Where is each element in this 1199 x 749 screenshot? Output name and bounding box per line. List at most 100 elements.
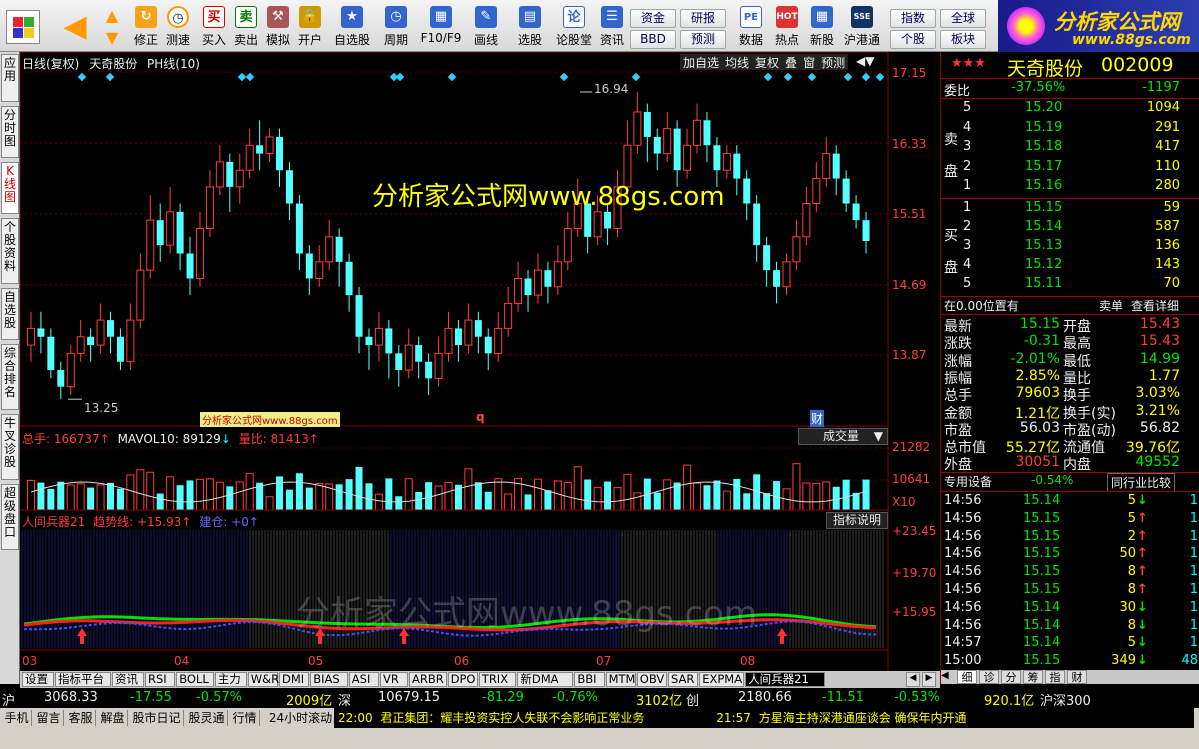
vtab-timeshare[interactable]: 分时图: [1, 106, 19, 158]
vtab-profile[interactable]: 个股资料: [1, 218, 19, 284]
vtab-superboard[interactable]: 超级盘口: [1, 484, 19, 550]
sell-single-link[interactable]: 卖单: [1099, 297, 1123, 314]
right-panel-tab[interactable]: 筹: [1023, 670, 1043, 684]
indicator-tab[interactable]: EXPMA: [699, 672, 745, 687]
windows-logo-icon[interactable]: [6, 10, 40, 44]
indicator-tab[interactable]: 人间兵器21: [745, 672, 826, 687]
volume-dropdown[interactable]: 成交量 ▼: [798, 428, 888, 445]
adjust-button[interactable]: 复权: [752, 54, 782, 71]
tabs-scroll-left-icon[interactable]: ◀: [906, 672, 920, 687]
research-button[interactable]: 研报: [680, 9, 726, 28]
indicator-tab[interactable]: VR: [380, 672, 408, 687]
cy-label[interactable]: 创: [686, 690, 699, 709]
news2-text[interactable]: 方星海主持深港通座谈会 确保年内开通: [759, 711, 967, 725]
industry-compare-button[interactable]: 同行业比较: [1107, 473, 1176, 492]
volume-bar: [553, 480, 562, 511]
draw-button[interactable]: ✎ 画线: [468, 4, 504, 50]
status-item[interactable]: 客服: [66, 710, 96, 726]
indicator-tab[interactable]: 指标平台: [55, 672, 111, 687]
sell-button[interactable]: 卖卖出: [230, 4, 262, 50]
news1-text[interactable]: 君正集团：耀丰投资实控人失联不会影响正常业务: [380, 711, 644, 725]
news-ticker[interactable]: 22:00 君正集团：耀丰投资实控人失联不会影响正常业务 21:57 方星海主持…: [334, 708, 1194, 728]
stock-button[interactable]: 个股: [890, 30, 936, 49]
f10-button[interactable]: ▦ F10/F9: [418, 4, 464, 50]
indicator-tab[interactable]: RSI: [145, 672, 176, 687]
overlay-button[interactable]: 叠: [782, 54, 800, 71]
bbd-button[interactable]: BBD: [630, 30, 676, 49]
down-arrow-icon[interactable]: ▼: [100, 28, 124, 48]
chart-canvas[interactable]: [20, 52, 938, 672]
sh-label[interactable]: 沪: [2, 690, 15, 709]
status-item[interactable]: 24小时滚动: [262, 710, 340, 726]
indicator-tab[interactable]: 新DMA: [517, 672, 574, 687]
buy-button[interactable]: 买买入: [198, 4, 230, 50]
sector-button[interactable]: 板块: [940, 30, 986, 49]
fix-button[interactable]: ↻ 修正: [130, 4, 162, 50]
indicator-tab[interactable]: DMI: [279, 672, 310, 687]
indicator-tab[interactable]: ASI: [348, 672, 379, 687]
status-item[interactable]: 行情: [230, 710, 260, 726]
speed-button[interactable]: ◷ 测速: [162, 4, 194, 50]
forecast-chart-button[interactable]: 预测: [818, 54, 848, 71]
right-panel-tab[interactable]: 分: [1001, 670, 1021, 684]
indicator-tab[interactable]: DPO: [447, 672, 478, 687]
add-watch-button[interactable]: 加自选: [680, 54, 722, 71]
ma-button[interactable]: 均线: [722, 54, 752, 71]
status-item[interactable]: 手机: [2, 710, 32, 726]
vtab-ranking[interactable]: 综合排名: [1, 344, 19, 410]
indicator-tab[interactable]: BOLL: [176, 672, 214, 687]
vtab-kline[interactable]: K线图: [1, 162, 19, 214]
newstock-button[interactable]: ▦ 新股: [806, 4, 838, 50]
vtab-app[interactable]: 应用: [1, 54, 19, 102]
indicator-tab[interactable]: TRIX: [478, 672, 517, 687]
status-item[interactable]: 股灵通: [186, 710, 228, 726]
hotspot-button[interactable]: HOT 热点: [771, 4, 803, 50]
forum-button[interactable]: 论论股堂: [554, 4, 594, 50]
forecast-button[interactable]: 预测: [680, 30, 726, 49]
vtab-watchlist[interactable]: 自选股: [1, 288, 19, 340]
sz-label[interactable]: 深: [338, 690, 351, 709]
indicator-tab[interactable]: OBV: [636, 672, 667, 687]
indicator-tab[interactable]: ARBR: [409, 672, 447, 687]
hs300-label[interactable]: 沪深300: [1040, 690, 1091, 709]
right-panel-tab[interactable]: 诊: [979, 670, 999, 684]
window-button[interactable]: 窗: [800, 54, 818, 71]
indicator-tab[interactable]: BIAS: [310, 672, 348, 687]
indicator-tab[interactable]: 资讯: [112, 672, 144, 687]
level-volume: 143: [1155, 257, 1180, 272]
indicator-tab[interactable]: 主力: [214, 672, 247, 687]
watchlist-button[interactable]: ★ 自选股: [332, 4, 372, 50]
hkconnect-button[interactable]: SSE HKE 沪港通: [842, 4, 882, 50]
tab-left-arrow-icon[interactable]: ◀: [941, 670, 955, 681]
volume-bar: [195, 478, 204, 511]
status-item[interactable]: 留言: [34, 710, 64, 726]
right-panel-tab[interactable]: 细: [957, 670, 977, 684]
indicator-help-button[interactable]: 指标说明: [826, 512, 888, 529]
global-button[interactable]: 全球: [940, 9, 986, 28]
index-button[interactable]: 指数: [890, 9, 936, 28]
fund-button[interactable]: 资金: [630, 9, 676, 28]
indicator-tab[interactable]: SAR: [668, 672, 699, 687]
info-button[interactable]: ☰ 资讯: [596, 4, 628, 50]
period-button[interactable]: ◷ 周期: [378, 4, 414, 50]
status-item[interactable]: 解盘: [98, 710, 128, 726]
simulate-button[interactable]: ⚒ 模拟: [262, 4, 294, 50]
vtab-diagnose[interactable]: 牛叉诊股: [1, 414, 19, 480]
stock-title-row: ★★★ 天奇股份 002009: [941, 54, 1199, 80]
view-detail-link[interactable]: 查看详细: [1131, 297, 1179, 314]
status-item[interactable]: 股市日记: [130, 710, 184, 726]
indicator-tab[interactable]: MTM: [605, 672, 636, 687]
kline-chart-area[interactable]: 日线(复权) 天奇股份 PH线(10) 加自选 均线 复权叠窗预测 ◀▼ 17.15…: [20, 52, 938, 672]
right-panel-tab[interactable]: 财: [1067, 670, 1087, 684]
indicator-tab[interactable]: 设置: [22, 672, 54, 687]
indicator-tab[interactable]: BBI: [574, 672, 605, 687]
chart-menu-arrow-icon[interactable]: ◀▼: [856, 54, 874, 68]
indicator-tab[interactable]: W&R: [247, 672, 279, 687]
right-panel-tab[interactable]: 指: [1045, 670, 1065, 684]
pick-stock-button[interactable]: ▤ 选股: [512, 4, 548, 50]
tabs-scroll-right-icon[interactable]: ▶: [922, 672, 936, 687]
open-account-button[interactable]: 🔒 开户: [294, 4, 326, 50]
back-arrow-icon[interactable]: ◀: [58, 10, 92, 44]
up-arrow-icon[interactable]: ▲: [100, 6, 124, 26]
data-button[interactable]: PE 数据: [735, 4, 767, 50]
